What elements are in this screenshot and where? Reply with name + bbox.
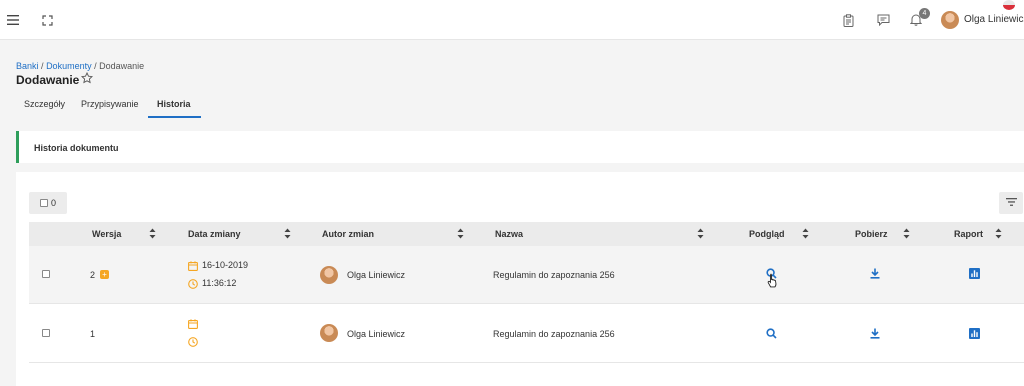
change-time: 11:36:12 xyxy=(202,278,237,288)
selected-count: 0 xyxy=(50,198,56,208)
author-avatar xyxy=(320,266,338,284)
column-header-nazwa[interactable]: Nazwa xyxy=(495,229,523,239)
hamburger-icon[interactable] xyxy=(6,13,20,27)
document-name: Regulamin do zapoznania 256 xyxy=(493,329,615,339)
column-header-podglad[interactable]: Podgląd xyxy=(749,229,785,239)
row-checkbox[interactable] xyxy=(42,270,50,278)
version-number: 2 xyxy=(90,270,96,280)
page-title: Dodawanie xyxy=(16,73,80,87)
sort-icon[interactable] xyxy=(457,228,464,242)
user-avatar[interactable] xyxy=(941,11,959,29)
top-bar: 4 Olga Liniewicz xyxy=(0,0,1024,40)
select-all-counter[interactable]: 0 xyxy=(29,192,67,214)
column-header-data-zmiany[interactable]: Data zmiany xyxy=(188,229,241,239)
breadcrumb-separator: / xyxy=(41,61,44,71)
tab-przypisywanie[interactable]: Przypisywanie xyxy=(81,98,139,118)
column-header-raport[interactable]: Raport xyxy=(954,229,983,239)
chart-icon[interactable] xyxy=(968,327,980,339)
row-checkbox[interactable] xyxy=(42,329,50,337)
table-row[interactable]: 2 + 16-10-2019 11:36:12 Olga Liniewicz R… xyxy=(29,246,1024,304)
tab-historia[interactable]: Historia xyxy=(157,98,191,118)
column-header-pobierz[interactable]: Pobierz xyxy=(855,229,888,239)
section-title: Historia dokumentu xyxy=(34,143,119,153)
version-number: 1 xyxy=(90,329,96,339)
breadcrumb: Banki / Dokumenty / Dodawanie xyxy=(16,61,144,71)
table-row[interactable]: 1 Olga Liniewicz Regulamin do zapoznania… xyxy=(29,305,1024,363)
download-icon[interactable] xyxy=(869,267,881,279)
clipboard-icon[interactable] xyxy=(841,12,855,28)
calendar-icon xyxy=(187,318,198,329)
chat-icon[interactable] xyxy=(876,12,891,27)
language-flag-icon[interactable] xyxy=(1003,0,1015,10)
sort-icon[interactable] xyxy=(802,228,809,242)
clock-icon xyxy=(187,278,198,289)
filter-button[interactable] xyxy=(999,192,1023,214)
star-icon[interactable] xyxy=(80,71,94,87)
sort-icon[interactable] xyxy=(149,228,156,242)
tab-szczegoly[interactable]: Szczegóły xyxy=(24,98,65,118)
sort-icon[interactable] xyxy=(903,228,910,242)
document-name: Regulamin do zapoznania 256 xyxy=(493,270,615,280)
change-date: 16-10-2019 xyxy=(202,260,249,270)
breadcrumb-link-banki[interactable]: Banki xyxy=(16,61,39,71)
column-header-autor-zmian[interactable]: Autor zmian xyxy=(322,229,374,239)
user-name[interactable]: Olga Liniewicz xyxy=(964,14,1024,25)
sort-icon[interactable] xyxy=(697,228,704,242)
author-name: Olga Liniewicz xyxy=(347,270,406,280)
filter-icon xyxy=(1005,197,1017,209)
chart-icon[interactable] xyxy=(968,267,980,279)
clock-icon xyxy=(187,336,198,347)
author-avatar xyxy=(320,324,338,342)
select-all-checkbox[interactable] xyxy=(39,199,48,207)
table-header: Wersja Data zmiany Autor zmian Nazwa Pod… xyxy=(29,222,1024,246)
breadcrumb-separator: / xyxy=(94,61,97,71)
download-icon[interactable] xyxy=(869,327,881,339)
fullscreen-icon[interactable] xyxy=(40,13,54,27)
author-name: Olga Liniewicz xyxy=(347,329,406,339)
section-header: Historia dokumentu xyxy=(16,131,1024,163)
breadcrumb-current: Dodawanie xyxy=(99,61,145,71)
version-badge: + xyxy=(100,270,109,279)
notification-badge: 4 xyxy=(919,8,930,19)
sort-icon[interactable] xyxy=(995,228,1002,242)
cursor-pointer-icon xyxy=(766,272,778,288)
sort-icon[interactable] xyxy=(284,228,291,242)
active-tab-indicator xyxy=(148,116,201,118)
calendar-icon xyxy=(187,260,198,271)
search-icon[interactable] xyxy=(765,327,777,339)
breadcrumb-link-dokumenty[interactable]: Dokumenty xyxy=(46,61,92,71)
column-header-wersja[interactable]: Wersja xyxy=(92,229,121,239)
